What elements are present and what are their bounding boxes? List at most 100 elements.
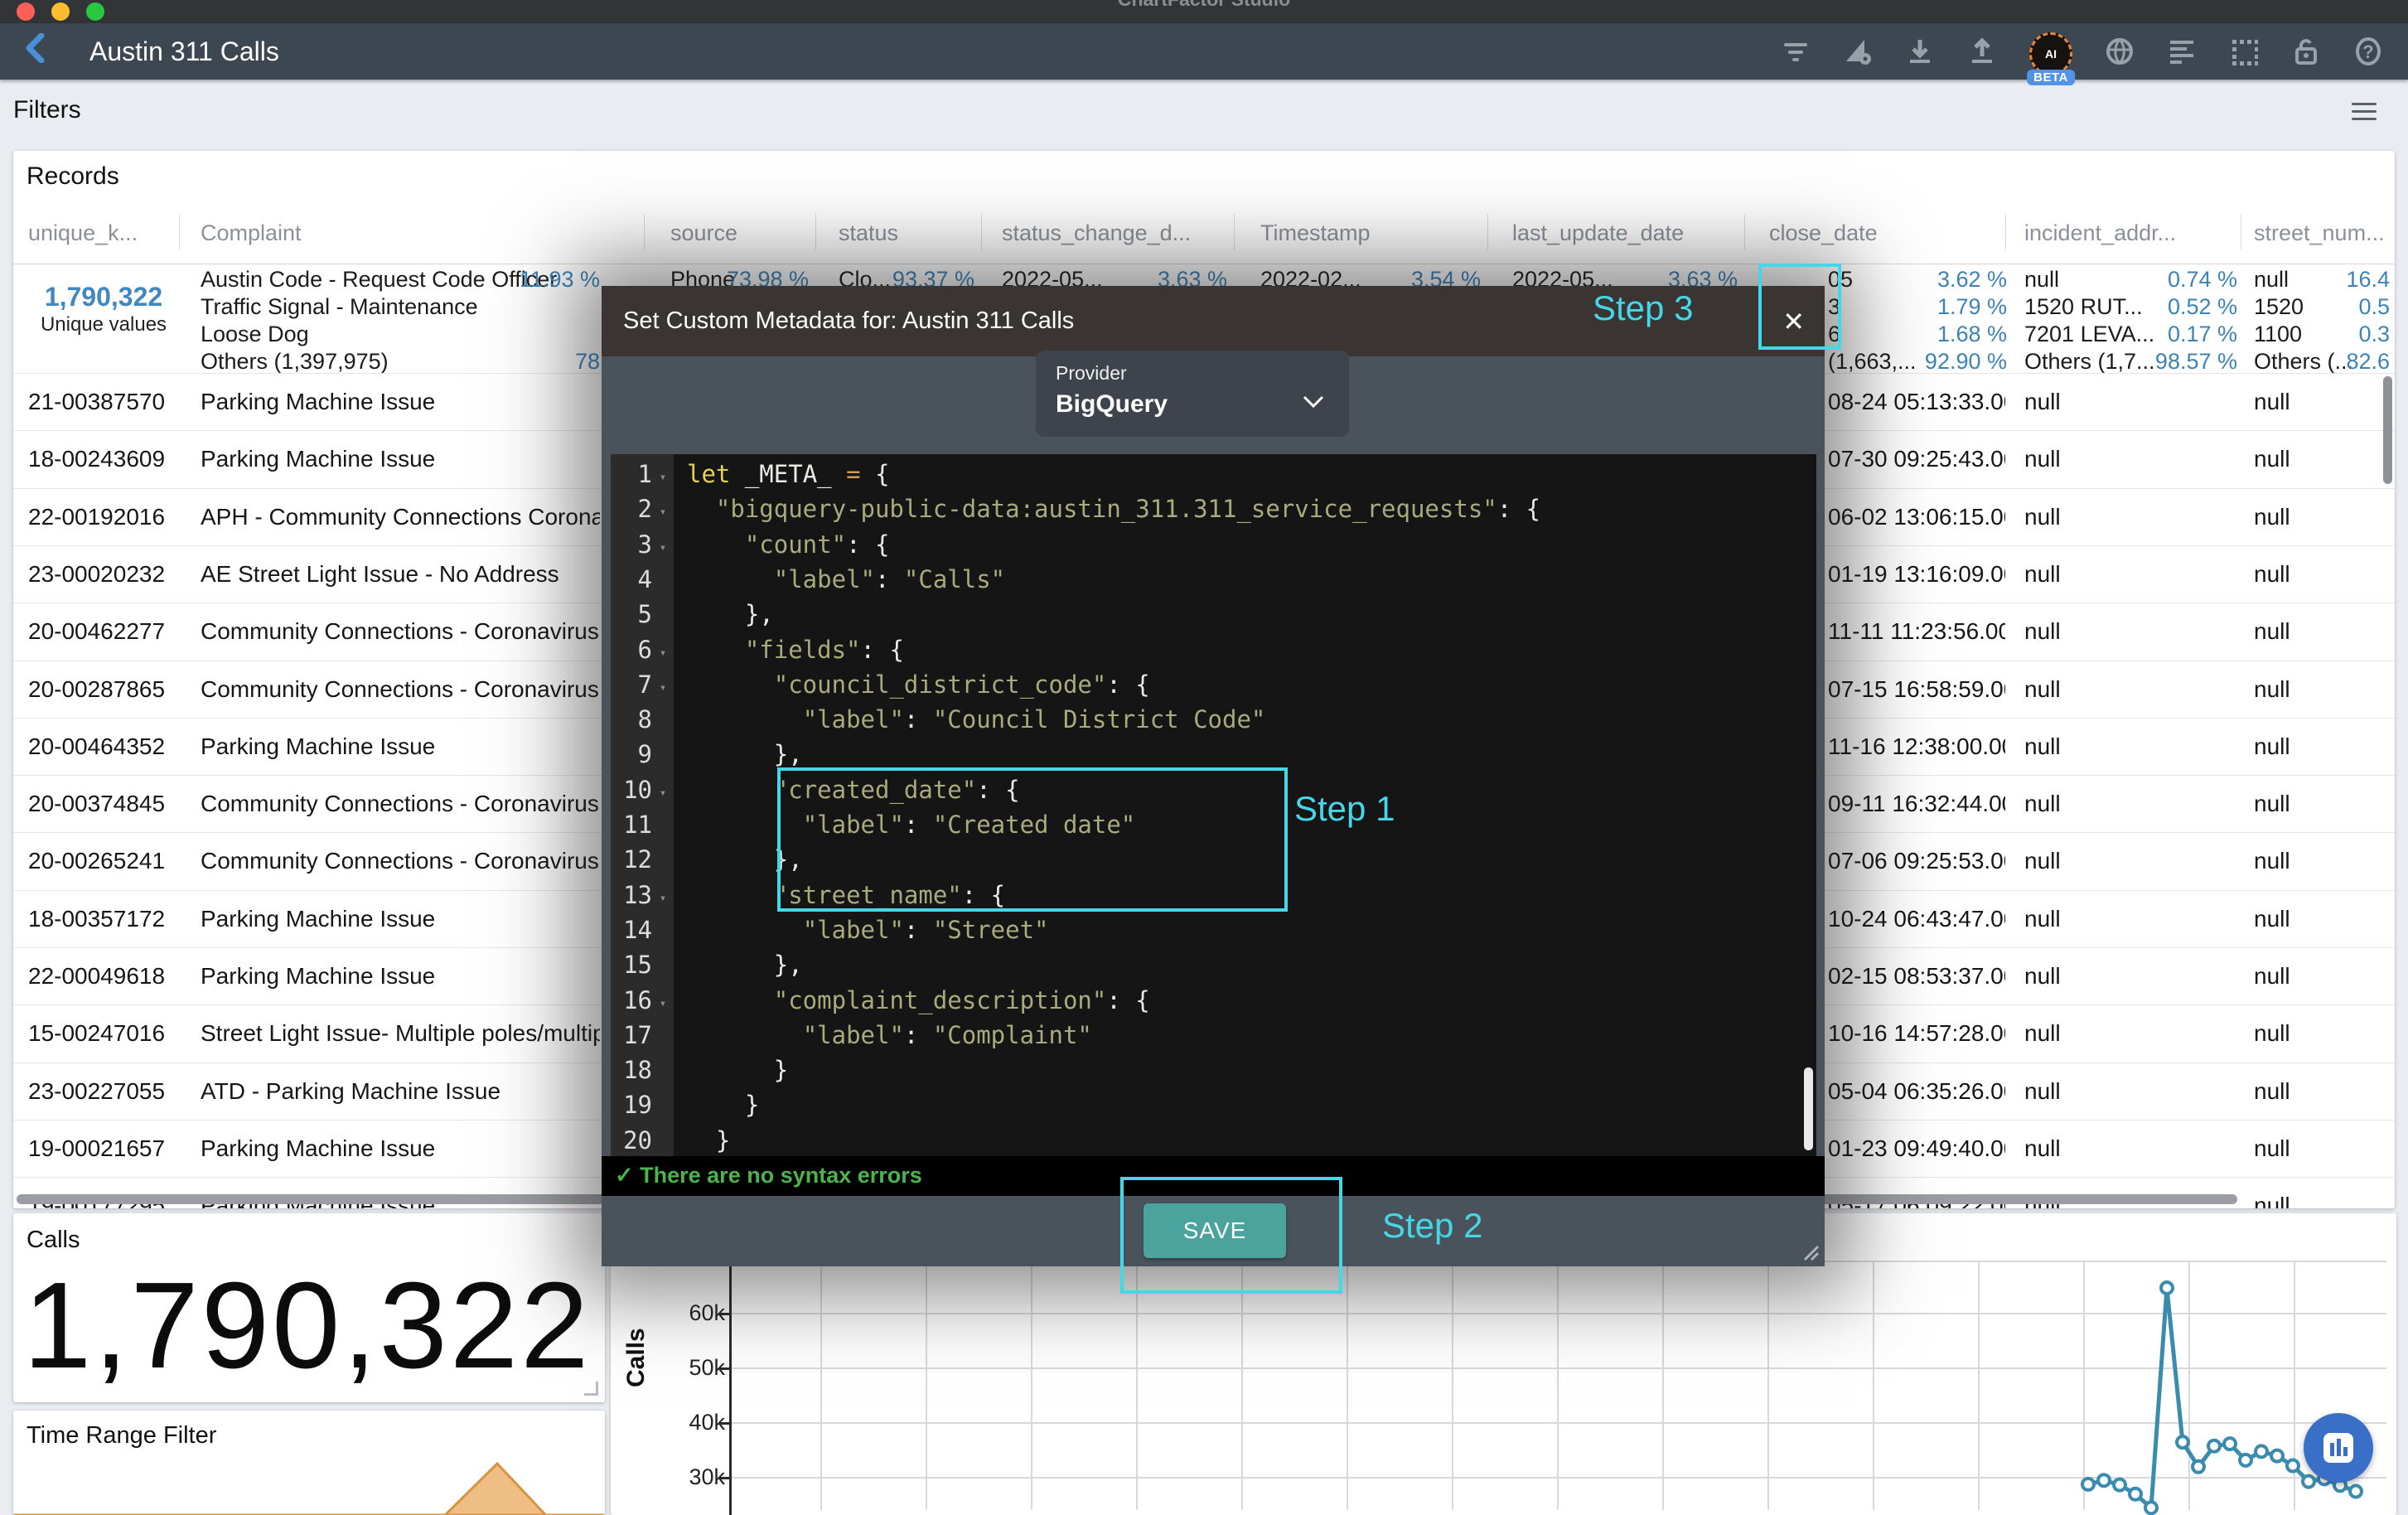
- data-point[interactable]: [2350, 1486, 2362, 1498]
- data-point[interactable]: [2114, 1479, 2125, 1491]
- data-point[interactable]: [2271, 1450, 2283, 1462]
- code-text: }: [674, 1091, 759, 1119]
- summary-percent[interactable]: 16.4: [2346, 267, 2390, 293]
- fold-caret-icon[interactable]: ▾: [652, 535, 674, 554]
- bar-chart-icon: [2322, 1431, 2355, 1464]
- data-point[interactable]: [2130, 1488, 2141, 1500]
- data-point[interactable]: [2098, 1474, 2110, 1486]
- code-text: "label": "Council District Code": [674, 705, 1265, 733]
- upload-icon[interactable]: [1967, 36, 1997, 66]
- summary-percent[interactable]: 92.90 %: [1925, 349, 2007, 375]
- time-range-area-chart[interactable]: [13, 1460, 605, 1515]
- code-line: 8 "label": "Council District Code": [611, 702, 1816, 737]
- data-point[interactable]: [2240, 1454, 2251, 1466]
- code-text: },: [674, 740, 803, 768]
- cell-street-number: null: [2254, 733, 2395, 760]
- fold-caret-icon[interactable]: ▾: [652, 464, 674, 484]
- cell-complaint: Community Connections - Coronavirus: [201, 848, 600, 874]
- help-icon[interactable]: ?: [2353, 36, 2383, 66]
- column-separator: [981, 214, 982, 250]
- data-settings-icon[interactable]: [1843, 36, 1873, 66]
- data-point[interactable]: [2208, 1440, 2220, 1452]
- back-button[interactable]: [22, 33, 58, 70]
- cell-unique-key: 20-00265241: [28, 848, 186, 874]
- data-point[interactable]: [2177, 1436, 2188, 1448]
- column-header-6: Timestamp: [1260, 220, 1371, 246]
- macos-titlebar: ChartFactor Studio: [0, 0, 2408, 23]
- summary-percent[interactable]: 0.17 %: [2168, 322, 2237, 347]
- code-text: }: [674, 1126, 730, 1154]
- beta-badge: BETA: [2027, 70, 2075, 85]
- set-custom-metadata-modal: Set Custom Metadata for: Austin 311 Call…: [602, 286, 1825, 1266]
- summary-percent[interactable]: 78: [575, 349, 600, 375]
- summary-percent[interactable]: 0.5: [2358, 294, 2390, 320]
- summary-percent[interactable]: 1.68 %: [1937, 322, 2007, 347]
- code-text: "label": "Created date": [674, 811, 1135, 839]
- fold-caret-icon[interactable]: ▾: [652, 885, 674, 905]
- traffic-light-zoom[interactable]: [86, 2, 104, 21]
- data-point[interactable]: [2224, 1438, 2236, 1450]
- save-button[interactable]: SAVE: [1144, 1203, 1286, 1258]
- cell-unique-key: 19-00021657: [28, 1135, 186, 1162]
- close-icon[interactable]: ✕: [1782, 306, 1805, 337]
- fold-caret-icon[interactable]: ▾: [652, 640, 674, 660]
- summary-percent[interactable]: 0.74 %: [2168, 267, 2237, 293]
- page-title: Austin 311 Calls: [89, 36, 279, 67]
- summary-value: (1,663,...: [1828, 349, 1917, 375]
- chart-fab-button[interactable]: [2304, 1413, 2373, 1483]
- filters-menu-icon[interactable]: [2352, 103, 2377, 121]
- editor-status-bar: ✓ There are no syntax errors: [602, 1156, 1825, 1196]
- summary-percent[interactable]: 98.57 %: [2155, 349, 2237, 375]
- traffic-light-minimize[interactable]: [51, 2, 70, 21]
- cell-street-number: null: [2254, 1193, 2395, 1208]
- fold-caret-icon[interactable]: ▾: [652, 499, 674, 519]
- fold-caret-icon[interactable]: ▾: [652, 990, 674, 1010]
- line-number: 6: [611, 636, 652, 664]
- align-lines-icon[interactable]: [2167, 36, 2197, 66]
- cell-incident-address: null: [2024, 906, 2223, 932]
- resize-handle-icon[interactable]: [584, 1382, 598, 1396]
- fold-caret-icon[interactable]: ▾: [652, 780, 674, 800]
- data-point[interactable]: [2145, 1502, 2157, 1513]
- fold-caret-icon[interactable]: ▾: [652, 675, 674, 695]
- globe-icon[interactable]: [2105, 36, 2135, 66]
- summary-value: 1520 RUT...: [2024, 294, 2143, 320]
- data-point[interactable]: [2193, 1461, 2204, 1473]
- code-line: 17 "label": "Complaint": [611, 1018, 1816, 1053]
- provider-dropdown[interactable]: Provider BigQuery: [1036, 351, 1349, 437]
- cell-incident-address: null: [2024, 1020, 2223, 1047]
- lock-icon[interactable]: [2291, 36, 2321, 66]
- ai-assistant-button[interactable]: AI BETA: [2029, 32, 2072, 75]
- summary-percent[interactable]: 82.6: [2346, 349, 2390, 375]
- summary-percent[interactable]: 0.52 %: [2168, 294, 2237, 320]
- cell-close-date: 05-04 06:35:26.00: [1828, 1078, 2005, 1105]
- filter-icon[interactable]: [1781, 36, 1811, 66]
- editor-scrollbar[interactable]: [1804, 1067, 1813, 1150]
- cell-close-date: 08-24 05:13:33.000: [1828, 389, 2005, 415]
- modal-title: Set Custom Metadata for: Austin 311 Call…: [623, 307, 1074, 335]
- data-point[interactable]: [2303, 1476, 2314, 1488]
- time-range-filter-card: Time Range Filter: [13, 1411, 605, 1515]
- modal-resize-handle[interactable]: [1798, 1240, 1820, 1261]
- summary-percent[interactable]: 0.3: [2358, 322, 2390, 347]
- data-point[interactable]: [2082, 1479, 2094, 1490]
- cell-street-number: null: [2254, 791, 2395, 817]
- data-point[interactable]: [2256, 1445, 2267, 1457]
- summary-percent[interactable]: 3.62 %: [1937, 267, 2007, 293]
- line-number: 2: [611, 495, 652, 523]
- download-icon[interactable]: [1905, 36, 1935, 66]
- column-separator: [2005, 214, 2006, 250]
- summary-percent[interactable]: 1.79 %: [1937, 294, 2007, 320]
- traffic-light-close[interactable]: [17, 2, 35, 21]
- modal-header: Set Custom Metadata for: Austin 311 Call…: [602, 286, 1825, 356]
- data-point[interactable]: [2161, 1282, 2173, 1294]
- records-title: Records: [27, 162, 119, 191]
- vertical-scrollbar[interactable]: [2383, 376, 2392, 484]
- cell-complaint: Parking Machine Issue: [201, 963, 600, 990]
- summary-percent[interactable]: 11.93 %: [520, 267, 600, 293]
- metadata-code-editor[interactable]: 1▾let _META_ = {2▾ "bigquery-public-data…: [611, 454, 1816, 1156]
- dot-grid-icon[interactable]: [2229, 36, 2259, 66]
- line-number: 3: [611, 530, 652, 559]
- line-number: 5: [611, 600, 652, 628]
- data-point[interactable]: [2287, 1459, 2299, 1471]
